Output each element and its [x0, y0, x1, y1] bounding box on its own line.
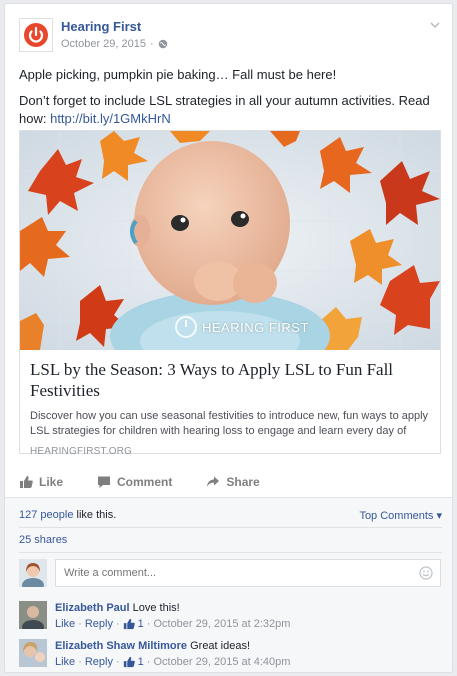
comment-timestamp[interactable]: October 29, 2015 at 4:40pm: [153, 656, 290, 668]
comment-line: Elizabeth Shaw Miltimore Great ideas!: [55, 640, 250, 652]
comment-reply-link[interactable]: Reply: [85, 618, 113, 630]
likes-summary: 127 people like this. Top Comments ▾: [19, 509, 442, 522]
comment-like-link[interactable]: Like: [55, 656, 75, 668]
link-card[interactable]: HEARING FIRST LSL by the Season: 3 Ways …: [19, 130, 441, 457]
chevron-down-icon[interactable]: [428, 18, 442, 32]
thumbs-up-icon: [123, 656, 135, 668]
post-header: Hearing First October 29, 2015 ·: [17, 16, 440, 60]
comment-like-link[interactable]: Like: [55, 618, 75, 630]
comment-button[interactable]: Comment: [97, 472, 172, 492]
link-card-description: Discover how you can use seasonal festiv…: [30, 410, 429, 437]
comment-text: Great ideas!: [190, 640, 251, 652]
comment-actions: Like · Reply · 1 · October 29, 2015 at 2…: [55, 618, 291, 630]
thumbs-up-icon: [123, 618, 135, 630]
commenter-avatar[interactable]: [19, 601, 47, 629]
comment-reply-link[interactable]: Reply: [85, 656, 113, 668]
comment-bubble-icon: [98, 476, 111, 488]
post-text-line1: Apple picking, pumpkin pie baking… Fall …: [19, 67, 337, 82]
hearing-first-logo-icon: [24, 23, 48, 47]
link-preview-image[interactable]: HEARING FIRST: [20, 131, 440, 350]
comment-like-count[interactable]: 1: [138, 656, 144, 668]
comment-author[interactable]: Elizabeth Shaw Miltimore: [55, 640, 187, 652]
post-card: Hearing First October 29, 2015 · Apple p…: [4, 3, 453, 673]
shares-count-link[interactable]: 25 shares: [19, 534, 67, 546]
likes-count-link[interactable]: 127 people: [19, 509, 73, 521]
share-button[interactable]: Share: [206, 472, 260, 492]
post-meta: October 29, 2015 ·: [61, 38, 168, 50]
image-brand-watermark: HEARING FIRST: [202, 320, 309, 335]
top-comments-dropdown[interactable]: Top Comments ▾: [359, 509, 442, 522]
post-text: Apple picking, pumpkin pie baking… Fall …: [19, 66, 439, 136]
comment-actions: Like · Reply · 1 · October 29, 2015 at 4…: [55, 656, 291, 668]
comment-timestamp[interactable]: October 29, 2015 at 2:32pm: [153, 618, 290, 630]
comments-area: 127 people like this. Top Comments ▾ 25 …: [5, 497, 452, 672]
comment-composer: [19, 559, 441, 589]
globe-icon[interactable]: [158, 39, 168, 49]
comment-author[interactable]: Elizabeth Paul: [55, 602, 130, 614]
comment-like-count[interactable]: 1: [138, 618, 144, 630]
current-user-avatar: [19, 559, 47, 587]
baby-with-leaves-image: [20, 131, 440, 350]
comment-text: Love this!: [132, 602, 180, 614]
like-label: Like: [39, 475, 64, 489]
post-text-line2: Don’t forget to include LSL strategies i…: [19, 92, 439, 128]
divider: [19, 552, 442, 553]
comment-line: Elizabeth Paul Love this!: [55, 602, 180, 614]
comment-label: Comment: [117, 475, 173, 489]
share-arrow-icon: [207, 476, 220, 487]
emoji-smile-icon[interactable]: [419, 566, 433, 580]
comment-input[interactable]: [55, 559, 441, 587]
post-link[interactable]: http://bit.ly/1GMkHrN: [50, 111, 171, 126]
page-name[interactable]: Hearing First: [61, 19, 141, 34]
meta-separator: ·: [150, 38, 154, 50]
post-date[interactable]: October 29, 2015: [61, 38, 146, 50]
like-button[interactable]: Like: [19, 472, 63, 492]
link-card-title[interactable]: LSL by the Season: 3 Ways to Apply LSL t…: [30, 359, 430, 401]
comment-item: Elizabeth Paul Love this! Like · Reply ·…: [19, 598, 441, 632]
post-actions: Like Comment Share: [19, 472, 439, 492]
page-logo[interactable]: [19, 18, 53, 52]
link-card-body: LSL by the Season: 3 Ways to Apply LSL t…: [20, 350, 440, 457]
link-card-domain: HEARINGFIRST.ORG: [30, 446, 133, 457]
divider: [19, 527, 442, 528]
share-label: Share: [226, 475, 260, 489]
likes-suffix: like this.: [73, 509, 117, 521]
thumbs-up-icon: [20, 476, 33, 488]
comment-item: Elizabeth Shaw Miltimore Great ideas! Li…: [19, 636, 441, 670]
commenter-avatar[interactable]: [19, 639, 47, 667]
